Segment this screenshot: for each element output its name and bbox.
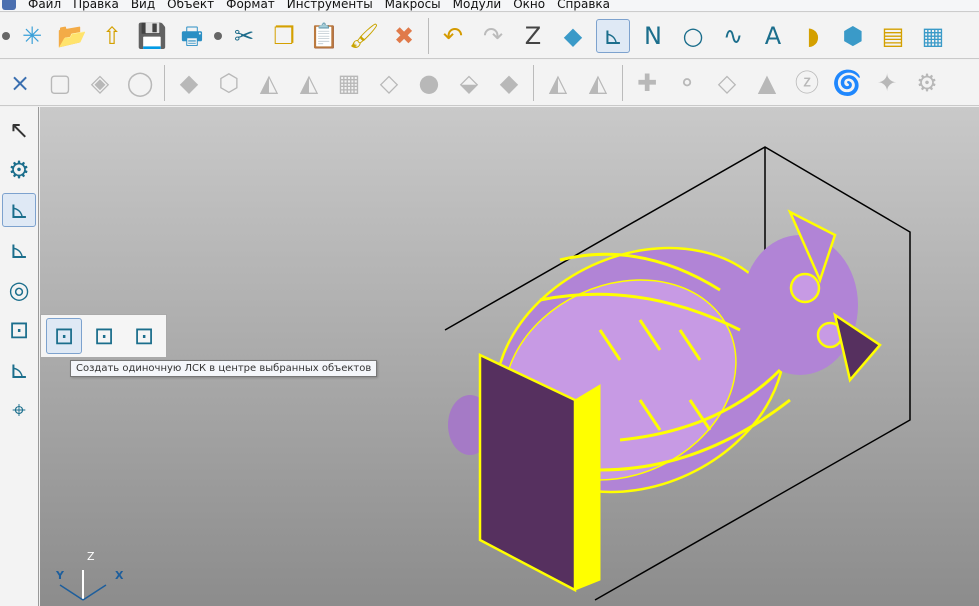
import-icon[interactable]: ⇧ — [95, 19, 129, 53]
lcs-box-icon[interactable]: ⊡ — [2, 313, 36, 347]
lcs-icon[interactable]: ⊾ — [596, 18, 630, 53]
menu-item[interactable]: Файл — [22, 0, 67, 11]
owl-model — [448, 209, 882, 593]
menu-item[interactable]: Справка — [551, 0, 616, 11]
menu-bar: Файл Правка Вид Объект Формат Инструменты Макр… — [0, 0, 979, 12]
circle-icon[interactable]: ○ — [676, 19, 710, 53]
paste-icon[interactable]: 📋 — [307, 19, 341, 53]
sketch-icon[interactable]: Z — [516, 19, 550, 53]
axis-z-label: Z — [87, 550, 95, 563]
layers-icon[interactable]: ▦ — [916, 19, 950, 53]
tornado-icon[interactable]: 🌀 — [830, 66, 864, 100]
menu-item[interactable]: Формат — [220, 0, 281, 11]
solid-icon[interactable]: ⬢ — [836, 19, 870, 53]
cut-tool-icon[interactable]: ◇ — [710, 66, 744, 100]
lcs-corner-box-icon[interactable]: ⊡ — [126, 318, 162, 354]
lcs-center-box-icon[interactable]: ⊡ — [46, 318, 82, 354]
lcs-multiple-icon[interactable]: ⊾ — [2, 233, 36, 267]
menu-item[interactable]: Инструменты — [281, 0, 379, 11]
selection-frame-icon[interactable]: ▢ — [43, 66, 77, 100]
gear-icon[interactable]: ⚙ — [910, 66, 944, 100]
pyramid-icon[interactable]: ◆ — [172, 66, 206, 100]
main-toolbar: ✳ 📂 ⇧ 💾 🖶 ✂ ❐ 📋 🖌 ✖ ↶ ↷ Z ◆ ⊾ N ○ ∿ A ◗ ⬢ ▤ ▦ — [0, 13, 979, 59]
print-icon[interactable]: 🖶 — [175, 19, 209, 53]
boolean-icon[interactable]: ◇ — [372, 66, 406, 100]
new-file-icon[interactable]: ✳ — [15, 19, 49, 53]
star-icon[interactable]: ✦ — [870, 66, 904, 100]
mesh-icon[interactable]: ▦ — [332, 66, 366, 100]
lcs-points-icon[interactable]: ⊾ — [2, 353, 36, 387]
render-icon[interactable]: ◆ — [556, 19, 590, 53]
scene: Z Y X — [55, 146, 911, 601]
left-toolbar: ↖ ⚙ ⊾ ⊾ ◎ ⊡ ⊾ ⌖ — [0, 107, 39, 606]
box-tool-icon[interactable]: ▤ — [876, 19, 910, 53]
open-file-icon[interactable]: 📂 — [55, 19, 89, 53]
menu-item[interactable]: Вид — [125, 0, 161, 11]
surface-icon[interactable]: ◗ — [796, 19, 830, 53]
cut-icon[interactable]: ✂ — [227, 19, 261, 53]
3d-toolbar: × ▢ ◈ ◯ ◆ ⬡ ◭ ◭ ▦ ◇ ● ⬙ ◆ ◭ ◭ ✚ ⚬ ◇ ▲ ⓩ 🌀 ✦ ⚙ — [0, 60, 979, 106]
tooltip: Создать одиночную ЛСК в центре выбранных… — [70, 360, 378, 377]
redo-icon[interactable]: ↷ — [476, 19, 510, 53]
settings-tool-icon[interactable]: ⚙ — [2, 153, 36, 187]
toolbar-grip[interactable] — [214, 31, 222, 40]
lcs-tool-icon[interactable]: ⊾ — [2, 193, 36, 227]
delete-icon[interactable]: ✖ — [387, 19, 421, 53]
cylinder-icon[interactable]: ◯ — [123, 66, 157, 100]
select-arrow-icon[interactable]: ↖ — [2, 113, 36, 147]
menu-item[interactable]: Правка — [67, 0, 125, 11]
section-icon[interactable]: ⬙ — [452, 66, 486, 100]
axis-triad: Z Y X — [55, 550, 124, 601]
axis-y-label: Y — [55, 569, 65, 582]
pyramid-2-icon[interactable]: ◆ — [492, 66, 526, 100]
sphere-icon[interactable]: ● — [412, 66, 446, 100]
app-icon[interactable] — [2, 0, 16, 10]
spline-icon[interactable]: ∿ — [716, 19, 750, 53]
pattern-2-icon[interactable]: ◭ — [581, 66, 615, 100]
layers-3d-icon[interactable]: ◈ — [83, 66, 117, 100]
copy-icon[interactable]: ❐ — [267, 19, 301, 53]
mirror-copy-icon[interactable]: ◭ — [292, 66, 326, 100]
lcs-rotate-icon[interactable]: ◎ — [2, 273, 36, 307]
lcs-flyout-menu: ⊡ ⊡ ⊡ — [40, 314, 167, 358]
format-painter-icon[interactable]: 🖌 — [347, 19, 381, 53]
spheres-icon[interactable]: ⚬ — [670, 66, 704, 100]
menu-item[interactable]: Макросы — [379, 0, 447, 11]
add-primitive-icon[interactable]: ✚ — [630, 66, 664, 100]
extrude-icon[interactable]: ⬡ — [212, 66, 246, 100]
save-icon[interactable]: 💾 — [135, 19, 169, 53]
cone-icon[interactable]: ▲ — [750, 66, 784, 100]
menu-item[interactable]: Модули — [447, 0, 508, 11]
3d-viewport[interactable]: Z Y X — [40, 107, 979, 606]
mirror-icon[interactable]: ◭ — [252, 66, 286, 100]
close-icon[interactable]: × — [3, 66, 37, 100]
snap-points-icon[interactable]: ⌖ — [2, 393, 36, 427]
undo-icon[interactable]: ↶ — [436, 19, 470, 53]
polyline-icon[interactable]: N — [636, 19, 670, 53]
toolbar-separator — [622, 64, 623, 101]
axis-x-label: X — [115, 569, 124, 582]
menu-item[interactable]: Объект — [161, 0, 220, 11]
toolbar-separator — [428, 17, 429, 54]
toolbar-separator — [533, 64, 534, 101]
toolbar-separator — [164, 64, 165, 101]
text-icon[interactable]: A — [756, 19, 790, 53]
pattern-icon[interactable]: ◭ — [541, 66, 575, 100]
z-tool-icon[interactable]: ⓩ — [790, 66, 824, 100]
toolbar-grip[interactable] — [2, 31, 10, 40]
lcs-top-box-icon[interactable]: ⊡ — [86, 318, 122, 354]
menu-item[interactable]: Окно — [507, 0, 551, 11]
